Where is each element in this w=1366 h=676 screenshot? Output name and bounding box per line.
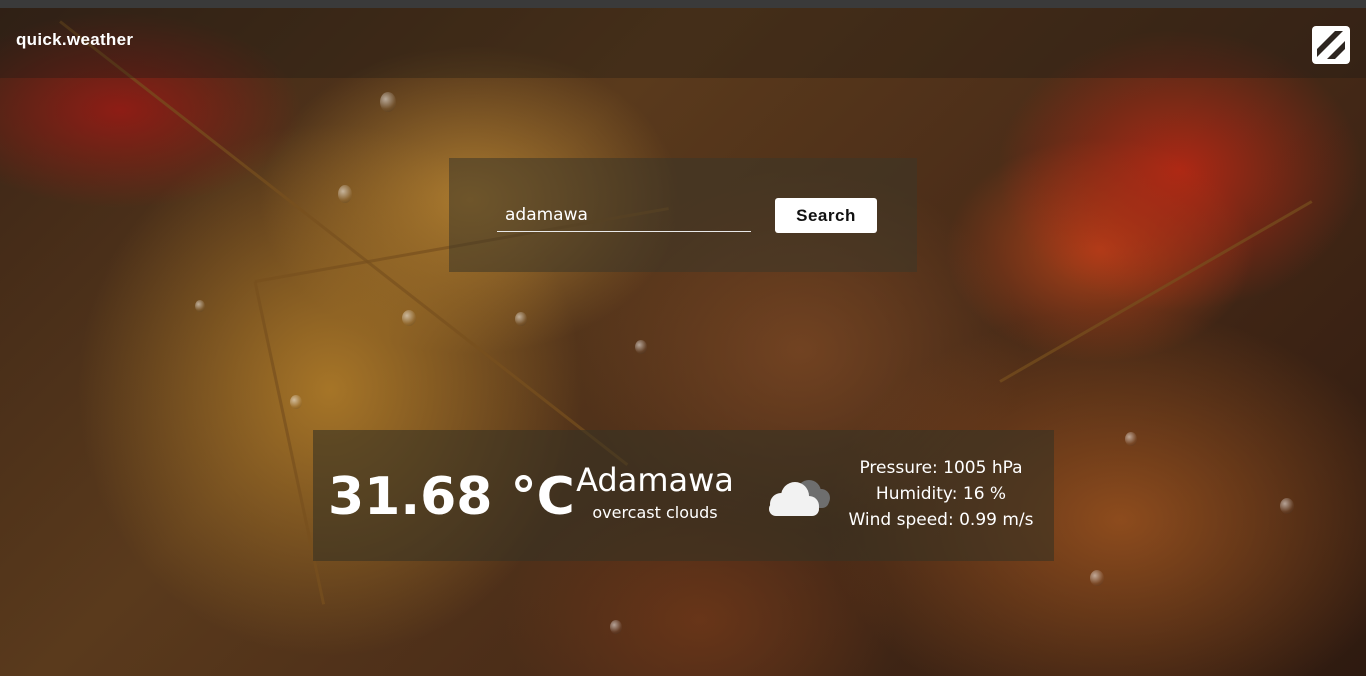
humidity-text: Humidity: 16 % <box>875 484 1007 504</box>
weather-details: Pressure: 1005 hPa Humidity: 16 % Wind s… <box>841 455 1041 533</box>
browser-top-strip <box>0 0 1366 8</box>
weather-card: 31.68 °C Adamawa overcast clouds Pressur… <box>313 430 1054 561</box>
search-panel: Search <box>449 158 917 272</box>
temperature-value: 31.68 °C <box>328 467 575 527</box>
weather-condition: overcast clouds <box>592 503 718 522</box>
app-header: quick.weather <box>0 8 1366 78</box>
pressure-text: Pressure: 1005 hPa <box>859 458 1023 478</box>
brand-title: quick.weather <box>16 30 134 49</box>
wind-speed-text: Wind speed: 0.99 m/s <box>848 510 1034 530</box>
cloud-icon <box>769 480 830 516</box>
city-name: Adamawa <box>576 461 734 499</box>
city-search-input[interactable] <box>497 198 751 232</box>
stripe-logo-icon[interactable] <box>1311 25 1351 65</box>
search-button[interactable]: Search <box>775 198 877 233</box>
